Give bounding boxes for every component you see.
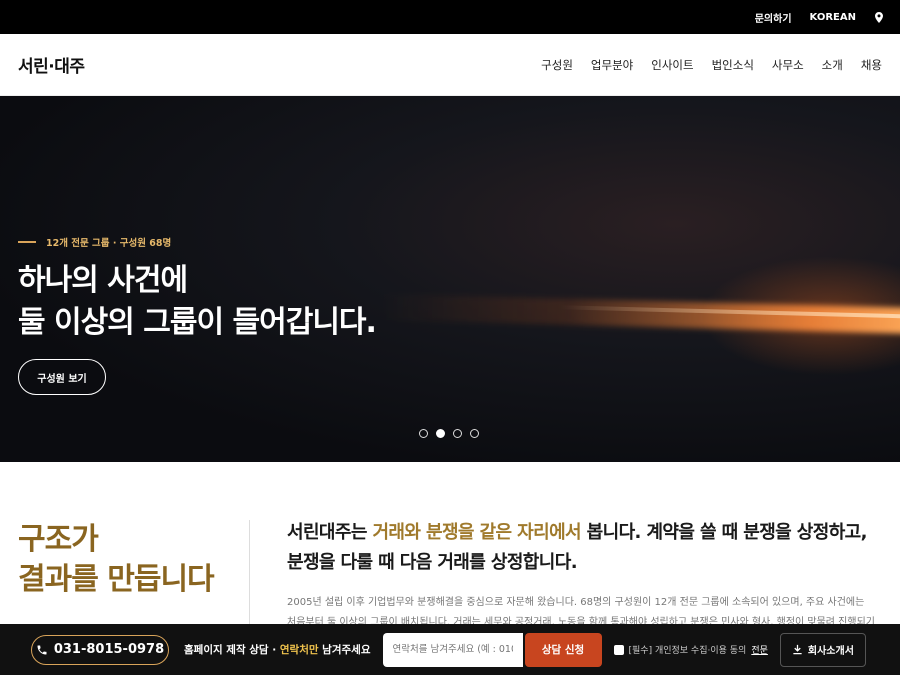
nav-item-careers[interactable]: 채용: [861, 57, 882, 73]
slide-dot-1[interactable]: [419, 429, 428, 438]
phone-number: 031-8015-0978: [53, 642, 165, 657]
nav-item-offices[interactable]: 사무소: [772, 57, 804, 73]
lead-text-2: 봅니다. 계약을 쓸 때 분쟁을 상정하고,: [581, 522, 868, 543]
nav-item-about[interactable]: 소개: [822, 57, 843, 73]
intro-divider: [249, 520, 250, 640]
sticky-contact-bar: 031-8015-0978 홈페이지 제작 상담 · 연락처만 남겨주세요 상담…: [0, 624, 900, 675]
view-members-button[interactable]: 구성원 보기: [18, 359, 106, 395]
slide-dot-2[interactable]: [436, 429, 445, 438]
contact-input[interactable]: [382, 632, 523, 667]
intro-lead: 서린대주는 거래와 분쟁을 같은 자리에서 봅니다. 계약을 쓸 때 분쟁을 상…: [287, 518, 877, 578]
intro-body-line1: 2005년 설립 이후 기업법무와 분쟁해결을 중심으로 자문해 왔습니다. 6…: [287, 597, 865, 608]
slide-dot-4[interactable]: [470, 429, 479, 438]
phone-button[interactable]: 031-8015-0978: [31, 634, 169, 665]
hero-eyebrow-text: 12개 전문 그룹 · 구성원 68명: [46, 238, 172, 249]
inquiry-link[interactable]: 문의하기: [755, 10, 792, 25]
nav-item-insights[interactable]: 인사이트: [651, 57, 693, 73]
lead-highlight: 거래와 분쟁을 같은 자리에서: [372, 522, 581, 543]
consult-highlight: 연락처만: [279, 644, 319, 656]
lead-text-1: 서린대주는: [287, 522, 373, 543]
consult-text-2: 남겨주세요: [318, 644, 371, 656]
hero-title: 하나의 사건에 둘 이상의 그룹이 들어갑니다.: [18, 260, 377, 344]
consult-submit-button[interactable]: 상담 신청: [524, 632, 602, 667]
privacy-checkbox[interactable]: [613, 644, 624, 655]
consult-text-1: 홈페이지 제작 상담 ·: [184, 644, 280, 656]
intro-title-line1: 구조가: [18, 522, 99, 557]
main-nav: 구성원 업무분야 인사이트 법인소식 사무소 소개 채용: [541, 57, 882, 73]
slide-dot-3[interactable]: [453, 429, 462, 438]
consult-message: 홈페이지 제작 상담 · 연락처만 남겨주세요: [184, 642, 371, 657]
hero-eyebrow: 12개 전문 그룹 · 구성원 68명: [18, 235, 171, 249]
top-utility-bar: 문의하기 KOREAN: [0, 0, 900, 34]
brochure-label: 회사소개서: [807, 646, 854, 657]
intro-title: 구조가 결과를 만듭니다: [18, 520, 215, 600]
lead-text-3: 분쟁을 다룰 때 다음 거래를 상정합니다.: [287, 552, 578, 573]
language-link[interactable]: KOREAN: [810, 12, 856, 23]
nav-item-practice-areas[interactable]: 업무분야: [591, 57, 633, 73]
nav-item-members[interactable]: 구성원: [541, 57, 573, 73]
brochure-download-button[interactable]: 회사소개서: [779, 632, 866, 667]
privacy-consent[interactable]: [필수] 개인정보 수집·이용 동의 전문: [613, 643, 768, 656]
map-pin-icon[interactable]: [874, 11, 884, 23]
privacy-full-text-link[interactable]: 전문: [751, 643, 768, 656]
phone-icon: [37, 645, 47, 654]
eyebrow-line: [18, 241, 36, 243]
hero-title-line1: 하나의 사건에: [18, 263, 188, 298]
site-header: 서린·대주 구성원 업무분야 인사이트 법인소식 사무소 소개 채용: [0, 34, 900, 96]
slide-pagination: [419, 429, 479, 438]
privacy-consent-label: [필수] 개인정보 수집·이용 동의: [628, 646, 747, 656]
nav-item-firm-news[interactable]: 법인소식: [712, 57, 754, 73]
download-icon: [793, 644, 802, 655]
intro-title-line2: 결과를 만듭니다: [18, 562, 215, 597]
site-logo[interactable]: 서린·대주: [18, 52, 85, 77]
hero-banner: 12개 전문 그룹 · 구성원 68명 하나의 사건에 둘 이상의 그룹이 들어…: [0, 96, 900, 462]
hero-title-line2: 둘 이상의 그룹이 들어갑니다.: [18, 305, 377, 340]
